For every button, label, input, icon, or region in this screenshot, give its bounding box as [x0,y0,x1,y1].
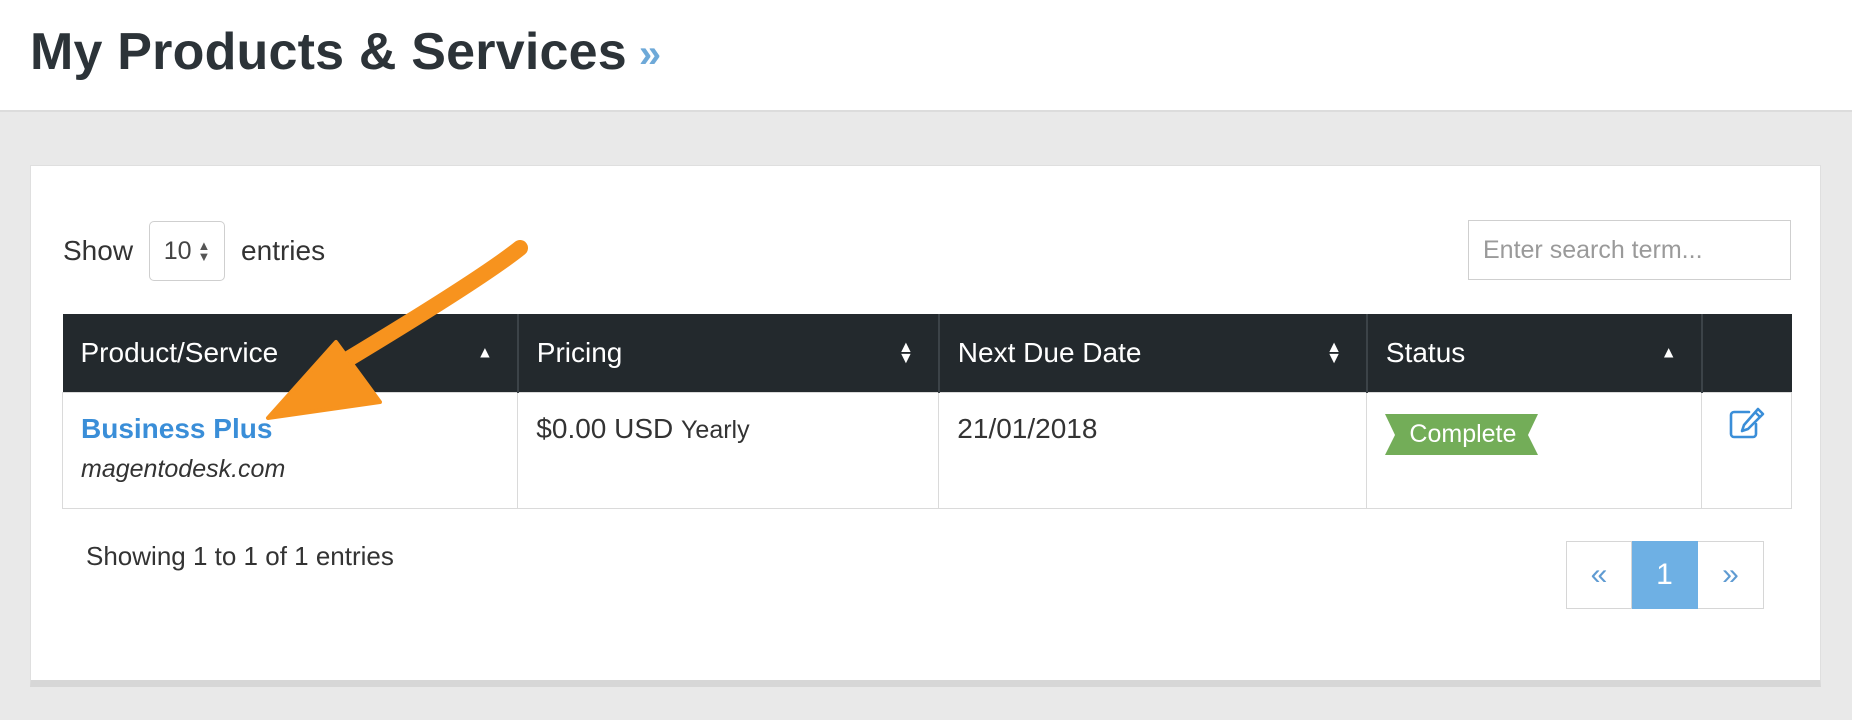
column-header-status[interactable]: Status ▲ [1366,314,1703,392]
page-length-select[interactable]: 10 ▲ ▼ [149,221,226,281]
column-label-status: Status [1385,336,1466,368]
cell-product: Business Plus magentodesk.com [61,391,519,509]
cell-pricing: $0.00 USD Yearly [517,391,940,509]
price-amount: $0.00 USD [536,412,674,444]
products-table: Product/Service ▲ Pricing ▲ ▼ Next Due Da… [61,314,1792,509]
product-link[interactable]: Business Plus [81,413,499,445]
pagination: « 1 » [1566,541,1764,609]
status-badge: Complete [1385,413,1539,455]
title-chevron-icon: » [638,32,662,76]
product-domain: magentodesk.com [81,454,286,483]
table-header-row: Product/Service ▲ Pricing ▲ ▼ Next Due Da… [62,314,1792,392]
products-panel: Show 10 ▲▼ entries Product/Service ▲ Pri… [30,165,1821,687]
column-header-next-due[interactable]: Next Due Date ▲ ▼ [938,314,1368,392]
sort-asc-icon: ▲ [1660,344,1677,362]
select-arrows-icon: ▲ ▼ [197,238,211,264]
entries-label: entries [241,235,326,266]
sort-asc-icon: ▲ [476,344,493,362]
search-input[interactable] [1468,220,1791,280]
show-label: Show [63,235,134,266]
pagination-next[interactable]: » [1698,541,1764,609]
page-title-text: My Products & Services [30,23,627,81]
cell-next-due: 21/01/2018 [938,391,1368,509]
table-row[interactable]: Business Plus magentodesk.com $0.00 USD … [61,391,1792,509]
column-header-pricing[interactable]: Pricing ▲ ▼ [517,314,940,392]
column-header-actions [1701,314,1792,392]
sort-both-icon: ▲ ▼ [897,338,914,367]
page-title: My Products & Services» [30,22,661,82]
edit-icon[interactable] [1729,407,1765,439]
column-label-pricing: Pricing [536,336,623,368]
page-length-value: 10 [163,236,192,265]
sort-both-icon: ▲ ▼ [1326,338,1342,367]
pagination-page-1[interactable]: 1 [1632,541,1698,609]
next-due-date: 21/01/2018 [957,412,1098,444]
cell-status: Complete [1366,391,1703,509]
cell-actions [1701,391,1792,509]
billing-cycle: Yearly [681,415,750,444]
column-label-product: Product/Service [80,336,279,368]
column-label-next-due: Next Due Date [957,336,1142,368]
pagination-prev[interactable]: « [1566,541,1632,609]
table-info: Showing 1 to 1 of 1 entries [86,541,394,571]
column-header-product[interactable]: Product/Service ▲ [62,314,519,392]
page-length-control: Show 10 ▲ ▼ entries [63,221,325,281]
page-header: My Products & Services» [0,0,1852,112]
